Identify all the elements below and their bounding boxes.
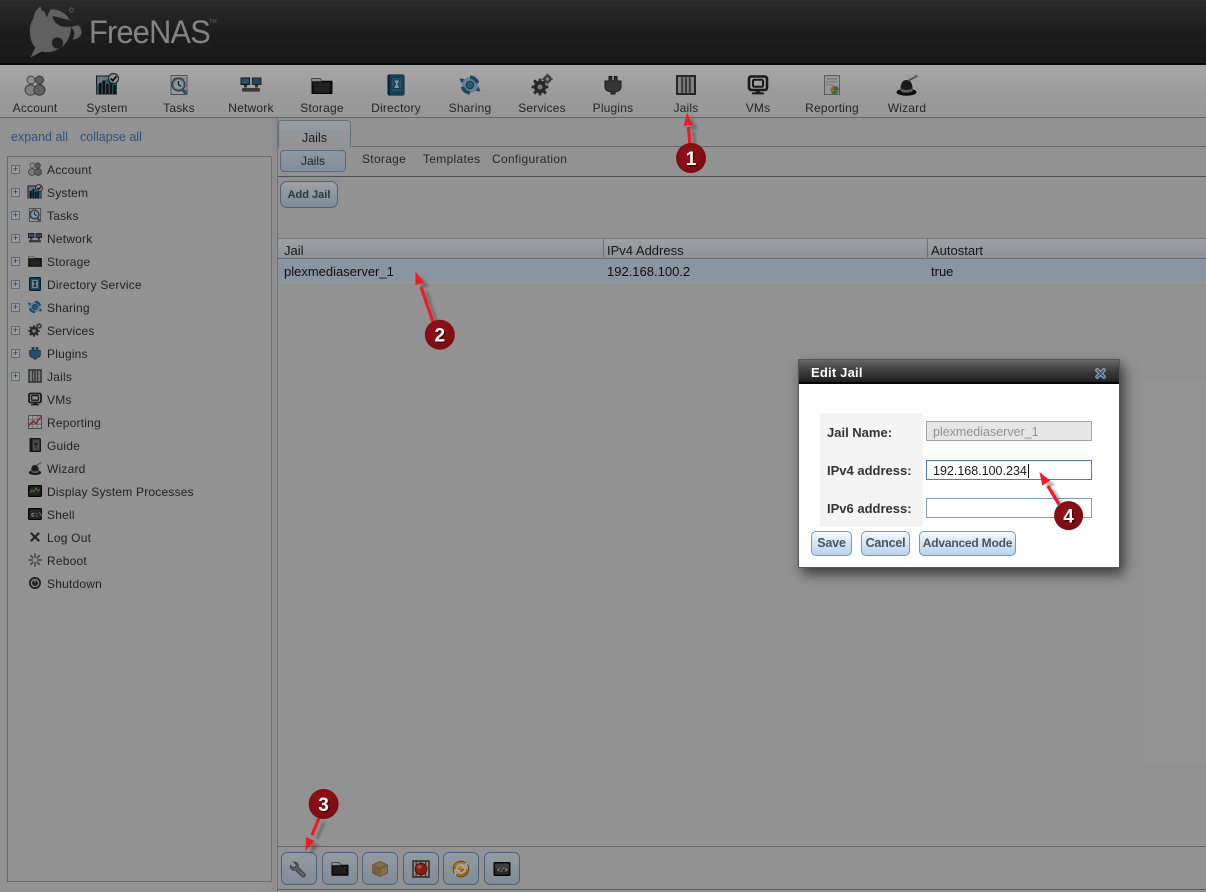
svg-text:1: 1 (686, 149, 697, 170)
svg-text:2: 2 (435, 326, 446, 347)
svg-text:3: 3 (318, 795, 329, 816)
svg-text:4: 4 (1063, 507, 1074, 528)
